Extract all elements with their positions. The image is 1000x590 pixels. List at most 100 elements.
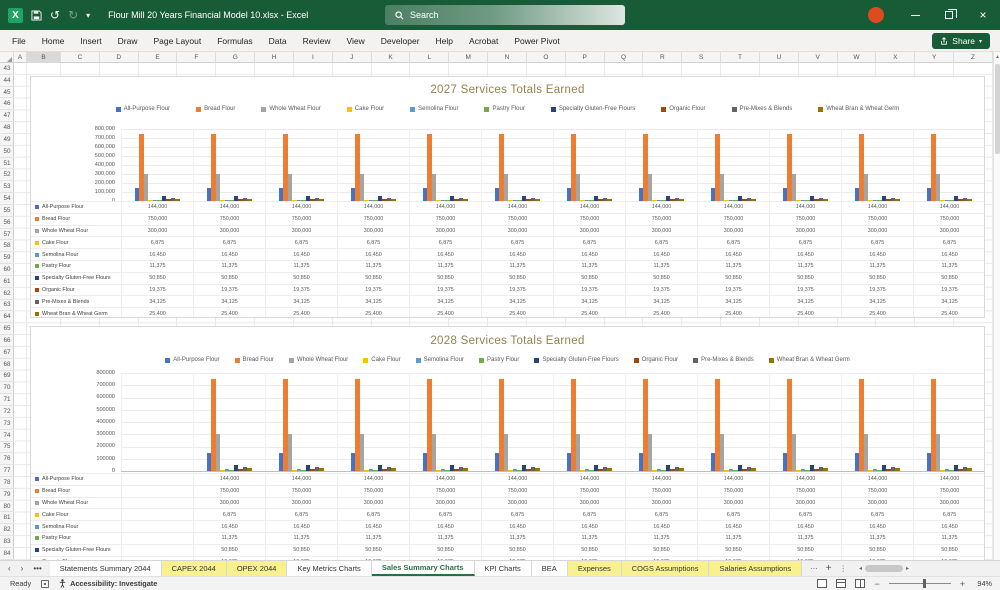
row-header-46[interactable]: 46 xyxy=(0,98,14,111)
row-header-67[interactable]: 67 xyxy=(0,347,14,359)
close-button[interactable]: × xyxy=(966,0,1000,30)
more-sheets-icon[interactable]: ••• xyxy=(29,564,45,573)
column-header-d[interactable]: D xyxy=(100,52,139,63)
search-box[interactable]: Search xyxy=(385,5,625,25)
row-header-49[interactable]: 49 xyxy=(0,134,14,146)
row-header-66[interactable]: 66 xyxy=(0,335,14,347)
legend-item-all-purpose-flour[interactable]: All-Purpose Flour xyxy=(115,106,170,112)
legend-item-specialty-gluten-free-flours[interactable]: Specialty Gluten-Free Flours xyxy=(550,106,635,112)
row-header-84[interactable]: 84 xyxy=(0,548,14,560)
undo-icon[interactable]: ↺ xyxy=(50,8,60,22)
sheet-tab-bea[interactable]: BEA xyxy=(531,561,568,576)
row-header-82[interactable]: 82 xyxy=(0,524,14,537)
row-header-62[interactable]: 62 xyxy=(0,288,14,300)
ribbon-tab-file[interactable]: File xyxy=(4,30,34,52)
row-header-83[interactable]: 83 xyxy=(0,536,14,548)
legend-item-cake-flour[interactable]: Cake Flour xyxy=(363,357,401,363)
column-header-k[interactable]: K xyxy=(372,52,411,63)
ribbon-tab-review[interactable]: Review xyxy=(295,30,339,52)
row-header-58[interactable]: 58 xyxy=(0,240,14,253)
column-header-y[interactable]: Y xyxy=(915,52,955,63)
new-sheet-button[interactable]: + xyxy=(826,563,832,574)
legend-item-bread-flour[interactable]: Bread Flour xyxy=(196,106,235,112)
ribbon-tab-developer[interactable]: Developer xyxy=(373,30,428,52)
column-header-f[interactable]: F xyxy=(177,52,217,63)
legend-item-cake-flour[interactable]: Cake Flour xyxy=(346,106,384,112)
legend-item-semolina-flour[interactable]: Semolina Flour xyxy=(410,106,458,112)
ribbon-tab-data[interactable]: Data xyxy=(261,30,295,52)
row-header-79[interactable]: 79 xyxy=(0,489,14,501)
column-header-n[interactable]: N xyxy=(488,52,527,63)
vertical-scrollbar[interactable]: ▲ xyxy=(993,52,1000,560)
row-header-80[interactable]: 80 xyxy=(0,501,14,513)
legend-item-semolina-flour[interactable]: Semolina Flour xyxy=(415,357,464,363)
column-header-v[interactable]: V xyxy=(799,52,838,63)
zoom-slider[interactable] xyxy=(888,579,951,588)
ribbon-tab-help[interactable]: Help xyxy=(428,30,461,52)
zoom-out-button[interactable]: − xyxy=(874,579,879,589)
restore-button[interactable] xyxy=(932,0,966,30)
column-header-s[interactable]: S xyxy=(682,52,722,63)
page-break-view-button[interactable] xyxy=(855,579,866,588)
normal-view-button[interactable] xyxy=(817,579,828,588)
scroll-up-icon[interactable]: ▲ xyxy=(994,52,1000,61)
zoom-in-button[interactable]: + xyxy=(960,579,965,589)
zoom-slider-thumb[interactable] xyxy=(922,579,926,588)
account-avatar[interactable] xyxy=(868,7,884,23)
legend-item-organic-flour[interactable]: Organic Flour xyxy=(661,106,706,112)
legend-item-wheat-bran-wheat-germ[interactable]: Wheat Bran & Wheat Germ xyxy=(768,357,850,363)
column-header-x[interactable]: X xyxy=(876,52,916,63)
row-header-43[interactable]: 43 xyxy=(0,63,14,75)
column-header-t[interactable]: T xyxy=(721,52,760,63)
column-header-e[interactable]: E xyxy=(139,52,178,63)
column-header-p[interactable]: P xyxy=(566,52,605,63)
row-header-64[interactable]: 64 xyxy=(0,311,14,324)
row-header-68[interactable]: 68 xyxy=(0,359,14,371)
row-header-81[interactable]: 81 xyxy=(0,512,14,525)
column-headers[interactable]: ABCDEFGHIJKLMNOPQRSTUVWXYZ xyxy=(0,52,1000,63)
row-header-71[interactable]: 71 xyxy=(0,394,14,407)
ribbon-tab-insert[interactable]: Insert xyxy=(72,30,109,52)
ribbon-tab-acrobat[interactable]: Acrobat xyxy=(461,30,506,52)
legend-item-specialty-gluten-free-flours[interactable]: Specialty Gluten-Free Flours xyxy=(534,357,619,363)
column-header-w[interactable]: W xyxy=(838,52,877,63)
column-header-u[interactable]: U xyxy=(760,52,799,63)
column-header-i[interactable]: I xyxy=(294,52,333,63)
select-all-corner[interactable] xyxy=(0,52,14,63)
sheet-tab-kpi-charts[interactable]: KPI Charts xyxy=(474,561,532,576)
row-header-51[interactable]: 51 xyxy=(0,158,14,170)
column-header-b[interactable]: B xyxy=(27,52,61,63)
legend-item-all-purpose-flour[interactable]: All-Purpose Flour xyxy=(165,357,220,363)
row-header-57[interactable]: 57 xyxy=(0,229,14,241)
macro-record-icon[interactable] xyxy=(41,579,50,588)
all-sheets-icon[interactable]: ⋯ xyxy=(810,564,818,573)
legend-item-whole-wheat-flour[interactable]: Whole Wheat Flour xyxy=(261,106,321,112)
legend-item-pre-mixes-blends[interactable]: Pre-Mixes & Blends xyxy=(693,357,754,363)
row-header-65[interactable]: 65 xyxy=(0,323,14,336)
row-header-61[interactable]: 61 xyxy=(0,276,14,288)
scroll-right-icon[interactable]: ▸ xyxy=(906,565,909,572)
row-headers[interactable]: 43 44 45 46 47 48 49 50 51 52 53 54 55 56 57 58 59 60 61 62… xyxy=(0,63,14,560)
row-header-52[interactable]: 52 xyxy=(0,169,14,182)
column-header-z[interactable]: Z xyxy=(954,52,993,63)
legend-item-bread-flour[interactable]: Bread Flour xyxy=(234,357,274,363)
legend-item-organic-flour[interactable]: Organic Flour xyxy=(633,357,678,363)
zoom-level[interactable]: 94% xyxy=(974,579,992,588)
row-header-77[interactable]: 77 xyxy=(0,465,14,477)
chart-2028-services-totals[interactable]: 2028 Services Totals Earned All-Purpose F… xyxy=(30,326,985,560)
row-header-78[interactable]: 78 xyxy=(0,477,14,489)
horizontal-scrollbar[interactable]: ◂ ▸ xyxy=(859,565,909,572)
row-header-73[interactable]: 73 xyxy=(0,418,14,430)
row-header-63[interactable]: 63 xyxy=(0,300,14,312)
share-button[interactable]: Share ▾ xyxy=(932,33,990,49)
row-header-56[interactable]: 56 xyxy=(0,217,14,229)
minimize-button[interactable] xyxy=(898,0,932,30)
row-header-72[interactable]: 72 xyxy=(0,406,14,418)
column-header-a[interactable]: A xyxy=(14,52,27,63)
row-header-50[interactable]: 50 xyxy=(0,146,14,158)
legend-item-wheat-bran-wheat-germ[interactable]: Wheat Bran & Wheat Germ xyxy=(818,106,899,112)
row-header-74[interactable]: 74 xyxy=(0,430,14,442)
column-header-r[interactable]: R xyxy=(643,52,683,63)
row-header-48[interactable]: 48 xyxy=(0,122,14,134)
row-header-47[interactable]: 47 xyxy=(0,110,14,123)
